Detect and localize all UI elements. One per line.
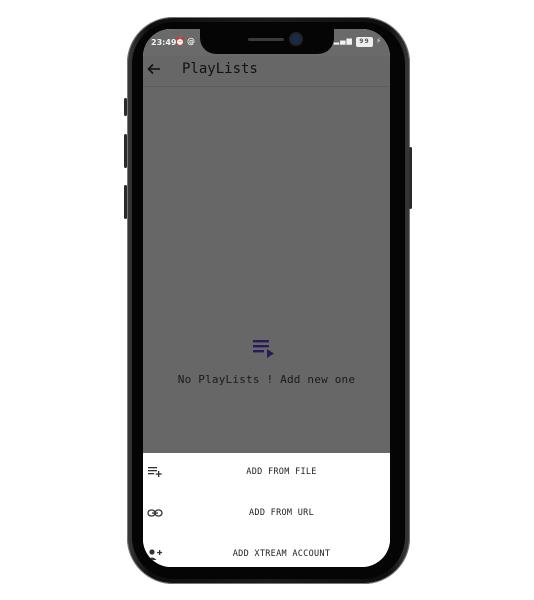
playlist-play-icon <box>253 340 274 358</box>
front-camera <box>291 34 301 44</box>
add-xtream-account-label: ADD XTREAM ACCOUNT <box>232 549 331 559</box>
arrow-back-icon[interactable] <box>146 61 162 77</box>
signal-icon: ▂▄▆ <box>333 37 353 45</box>
status-left-icons: ⏰@ <box>175 37 197 46</box>
status-time: 23:49 <box>151 38 177 47</box>
playlist-add-icon <box>148 467 162 477</box>
volume-up-button <box>124 98 127 116</box>
at-icon: @ <box>186 37 197 46</box>
battery-icon: 99 <box>356 37 373 47</box>
volume-down-button <box>124 134 127 168</box>
camera-notch <box>200 29 334 54</box>
phone-screen: 23:49 ⏰@ ▯ ▂▄▆ ▂▄▆ 99 ⚡ PlayLists No P <box>143 29 390 567</box>
alarm-icon: ⏰ <box>175 37 187 46</box>
add-from-url-option[interactable]: ADD FROM URL <box>143 494 390 535</box>
add-from-url-label: ADD FROM URL <box>248 508 314 518</box>
add-from-file-option[interactable]: ADD FROM FILE <box>143 453 390 494</box>
add-xtream-account-option[interactable]: ADD XTREAM ACCOUNT <box>143 535 390 567</box>
app-toolbar: PlayLists <box>143 56 390 87</box>
main-content: PlayLists No PlayLists ! Add new one <box>143 56 390 453</box>
add-from-file-label: ADD FROM FILE <box>246 467 317 477</box>
earpiece-speaker <box>248 38 284 41</box>
charging-icon: ⚡ <box>376 37 382 45</box>
silent-switch <box>124 185 127 219</box>
link-icon <box>147 509 163 517</box>
add-playlist-bottom-sheet: ADD FROM FILE ADD FROM URL ADD XTREAM AC… <box>143 453 390 567</box>
person-add-icon <box>147 549 163 560</box>
page-title: PlayLists <box>182 61 258 77</box>
empty-state-message: No PlayLists ! Add new one <box>177 373 356 386</box>
power-button <box>409 147 412 209</box>
